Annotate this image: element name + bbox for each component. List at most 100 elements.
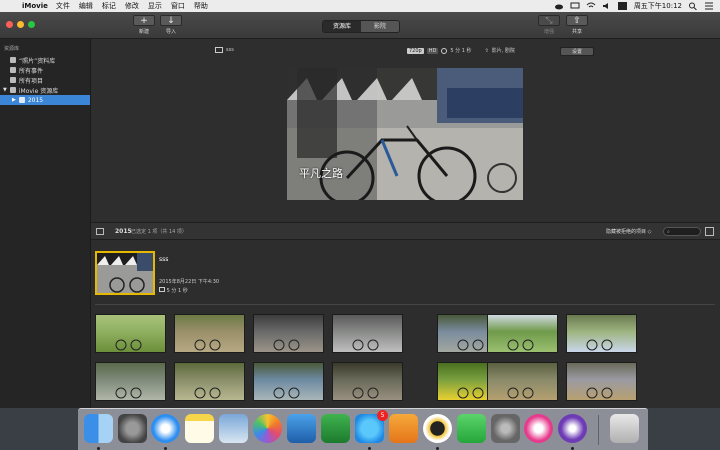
input-method-icon[interactable] — [617, 2, 628, 10]
preview-icon[interactable] — [219, 414, 248, 443]
menu-mark[interactable]: 标记 — [102, 1, 116, 11]
search-input[interactable]: ⌕ — [663, 227, 701, 236]
clip-thumbnail[interactable] — [174, 314, 245, 353]
clip-thumbnail[interactable] — [332, 314, 403, 353]
menu-window[interactable]: 窗口 — [171, 1, 185, 11]
disclosure-triangle-icon[interactable]: ▼ — [3, 87, 7, 93]
clock[interactable]: 周五下午10:12 — [634, 1, 682, 11]
tab-theater[interactable]: 影院 — [361, 21, 399, 32]
import-arrow-icon: ↓ — [160, 15, 182, 26]
film-strip-icon — [159, 287, 165, 292]
video-preview[interactable]: 平凡之路 — [287, 68, 523, 200]
zoom-window-button[interactable] — [28, 21, 35, 28]
menu-file[interactable]: 文件 — [56, 1, 70, 11]
finder-icon[interactable] — [84, 414, 113, 443]
sidebar-toggle-icon[interactable] — [96, 228, 104, 235]
clip-frame — [115, 339, 142, 351]
sidebar: 资源库 “照片”资料库 所有事件 所有项目 ▼ iMovie 资源库 ▶ 201… — [0, 39, 91, 409]
dock-separator — [598, 415, 599, 445]
clip-frame — [586, 339, 613, 351]
menu-modify[interactable]: 修改 — [125, 1, 139, 11]
browser-bar: 2015 已选定 1 项（共 14 项） 隐藏被拒绝的项目 ◇ ⌕ — [91, 222, 720, 240]
clip-thumbnail[interactable] — [174, 362, 245, 401]
event-star-icon — [18, 97, 25, 103]
sidebar-item-imovie-library[interactable]: ▼ iMovie 资源库 — [0, 85, 90, 95]
notes-icon[interactable] — [185, 414, 214, 443]
system-preferences-icon[interactable] — [491, 414, 520, 443]
project-date: 2015年8月22日 下午4:30 — [159, 279, 220, 285]
photos-icon[interactable] — [253, 414, 282, 443]
project-thumbnail-image — [97, 253, 153, 293]
clip-thumbnail[interactable] — [95, 314, 166, 353]
share-small-icon: ⇧ — [484, 47, 489, 54]
menu-view[interactable]: 显示 — [148, 1, 162, 11]
clip-frame — [586, 387, 613, 399]
sidebar-item-2015[interactable]: ▶ 2015 — [0, 95, 90, 105]
qq-icon[interactable] — [423, 414, 452, 443]
import-button[interactable]: ↓ 导入 — [160, 15, 182, 35]
launchpad-icon[interactable] — [118, 414, 147, 443]
volume-icon[interactable] — [602, 2, 612, 10]
clip-frame — [352, 387, 379, 399]
keynote-icon[interactable] — [287, 414, 316, 443]
menu-edit[interactable]: 编辑 — [79, 1, 93, 11]
clip-thumbnail[interactable] — [253, 314, 324, 353]
project-name-bar: sss — [215, 47, 234, 53]
clock-icon — [441, 47, 448, 54]
menu-help[interactable]: 帮助 — [194, 1, 208, 11]
project-info: sss 2015年8月22日 下午4:30 5 分 1 秒 — [159, 255, 219, 296]
clip-thumbnail[interactable] — [95, 362, 166, 401]
itunes-icon[interactable] — [524, 414, 553, 443]
wifi-icon[interactable] — [586, 2, 596, 10]
new-button[interactable]: + 新建 — [133, 15, 155, 35]
enhance-button[interactable]: ⤡ 增强 — [538, 15, 560, 35]
close-window-button[interactable] — [6, 21, 13, 28]
magic-wand-icon: ⤡ — [538, 15, 560, 26]
browser-event-title: 2015 — [115, 228, 132, 235]
safari-icon[interactable] — [151, 414, 180, 443]
clip-frame — [273, 339, 300, 351]
notification-center-icon[interactable] — [704, 2, 714, 10]
app-menu[interactable]: iMovie — [22, 2, 48, 10]
clip-thumbnail[interactable] — [487, 362, 558, 401]
share-button[interactable]: ⇧ 共享 — [566, 15, 588, 35]
projects-icon — [10, 77, 16, 83]
settings-button[interactable]: 设置 — [560, 47, 594, 56]
sidebar-header: 资源库 — [4, 46, 20, 52]
pages-icon[interactable] — [389, 414, 418, 443]
photos-library-icon — [10, 57, 16, 63]
airplay-icon[interactable] — [570, 2, 580, 10]
tab-library[interactable]: 资源库 — [323, 21, 361, 32]
menu-bar: iMovie 文件 编辑 标记 修改 显示 窗口 帮助 周五下午10:12 — [0, 0, 720, 12]
events-icon — [10, 67, 16, 73]
clip-frame — [273, 387, 300, 399]
project-length: 5 分 1 秒 — [166, 288, 188, 294]
divider — [95, 304, 715, 305]
clip-filter-select[interactable]: 隐藏被拒绝的项目 ◇ — [606, 228, 651, 235]
clip-thumbnail[interactable] — [566, 362, 637, 401]
search-icon: ⌕ — [667, 229, 670, 235]
minimize-window-button[interactable] — [17, 21, 24, 28]
numbers-icon[interactable] — [321, 414, 350, 443]
sidebar-item-label: 所有项目 — [19, 77, 44, 85]
clip-thumbnail[interactable] — [487, 314, 558, 353]
clip-appearance-icon[interactable] — [705, 227, 714, 236]
spotlight-icon[interactable] — [688, 2, 698, 11]
clip-thumbnail[interactable] — [566, 314, 637, 353]
sidebar-item-photos-library[interactable]: “照片”资料库 — [0, 55, 90, 65]
clip-thumbnail[interactable] — [253, 362, 324, 401]
new-label: 新建 — [138, 29, 149, 35]
cloud-icon[interactable] — [554, 2, 564, 10]
project-length-row: 5 分 1 秒 — [159, 287, 219, 296]
project-thumbnail[interactable] — [95, 251, 155, 295]
resolution-badge: 720p — [407, 47, 424, 54]
facetime-icon[interactable] — [457, 414, 486, 443]
sidebar-item-all-projects[interactable]: 所有项目 — [0, 75, 90, 85]
project-properties: 720p HD 5 分 1 秒 ⇧ 影片, 剧院 — [407, 47, 515, 54]
disclosure-triangle-icon[interactable]: ▶ — [12, 97, 16, 103]
sidebar-item-all-events[interactable]: 所有事件 — [0, 65, 90, 75]
trash-icon[interactable] — [610, 414, 639, 443]
clip-thumbnail[interactable] — [332, 362, 403, 401]
project-duration: 5 分 1 秒 — [450, 48, 472, 54]
imovie-icon[interactable] — [558, 414, 587, 443]
